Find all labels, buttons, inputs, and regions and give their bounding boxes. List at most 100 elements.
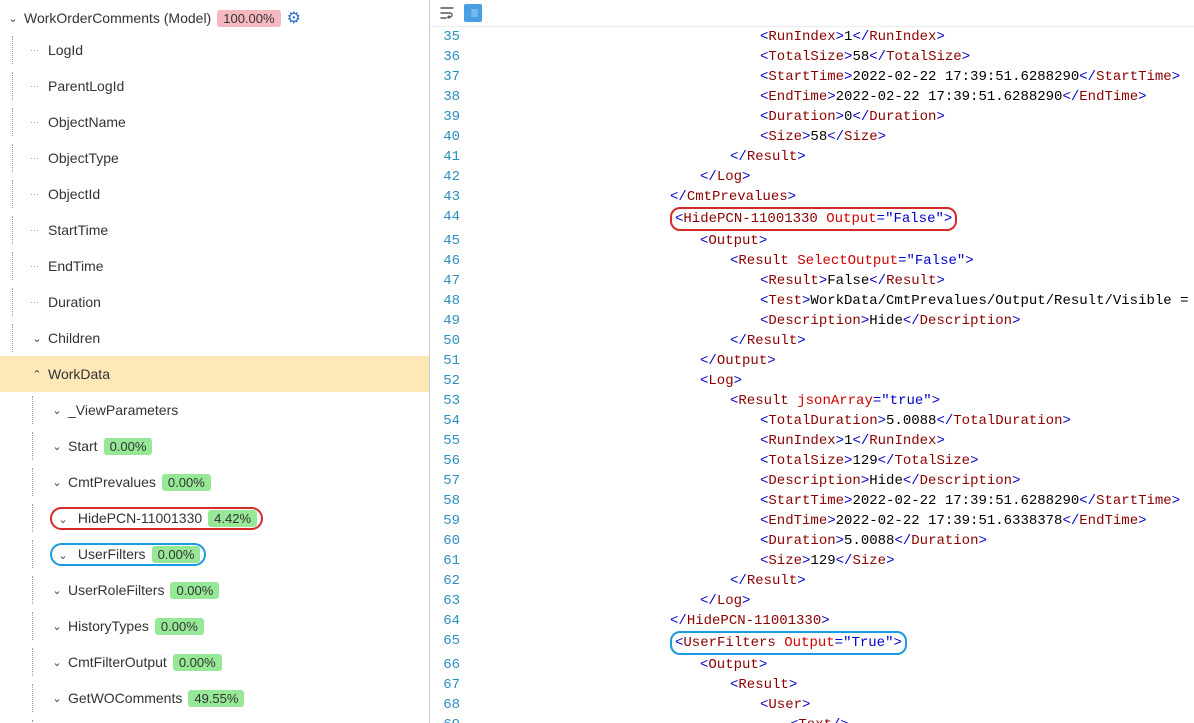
code-line[interactable]: 61 <Size>129</Size> <box>430 551 1194 571</box>
tree-item[interactable]: ⌄ _ViewParameters <box>0 392 429 428</box>
code-line[interactable]: 45 <Output> <box>430 231 1194 251</box>
code-line[interactable]: 49 <Description>Hide</Description> <box>430 311 1194 331</box>
code-line[interactable]: 41 </Result> <box>430 147 1194 167</box>
line-number: 48 <box>430 291 470 311</box>
tree-item[interactable]: ··· StartTime <box>0 212 429 248</box>
code-line[interactable]: 58 <StartTime>2022-02-22 17:39:51.628829… <box>430 491 1194 511</box>
chevron-down-icon: ⌄ <box>50 655 64 669</box>
percent-badge: 0.00% <box>162 474 211 491</box>
code-line[interactable]: 40 <Size>58</Size> <box>430 127 1194 147</box>
tree-item[interactable]: ⌄ WOComments0.00% <box>0 716 429 723</box>
code-line[interactable]: 42 </Log> <box>430 167 1194 187</box>
tree-item[interactable]: ⌄ Start0.00% <box>0 428 429 464</box>
code-line[interactable]: 46 <Result SelectOutput="False"> <box>430 251 1194 271</box>
code-line[interactable]: 39 <Duration>0</Duration> <box>430 107 1194 127</box>
code-line[interactable]: 65 <UserFilters Output="True"> <box>430 631 1194 655</box>
code-line[interactable]: 69 <Text/> <box>430 715 1194 723</box>
editor-toolbar <box>430 0 1194 27</box>
code-line[interactable]: 51 </Output> <box>430 351 1194 371</box>
code-line[interactable]: 48 <Test>WorkData/CmtPrevalues/Output/Re… <box>430 291 1194 311</box>
line-number: 36 <box>430 47 470 67</box>
tree-item[interactable]: ··· ObjectType <box>0 140 429 176</box>
line-number: 65 <box>430 631 470 651</box>
tree-label: _ViewParameters <box>68 402 178 418</box>
code-line[interactable]: 59 <EndTime>2022-02-22 17:39:51.6338378<… <box>430 511 1194 531</box>
tree-item[interactable]: ⌄ UserRoleFilters0.00% <box>0 572 429 608</box>
chevron-down-icon: ⌄ <box>50 439 64 453</box>
percent-badge: 0.00% <box>152 546 201 563</box>
tree-item[interactable]: ··· ObjectId <box>0 176 429 212</box>
tree-item[interactable]: ··· ParentLogId <box>0 68 429 104</box>
line-number: 61 <box>430 551 470 571</box>
code-line[interactable]: 64 </HidePCN-11001330> <box>430 611 1194 631</box>
code-line[interactable]: 67 <Result> <box>430 675 1194 695</box>
wrap-icon[interactable] <box>438 4 456 22</box>
code-line[interactable]: 68 <User> <box>430 695 1194 715</box>
panel-icon[interactable] <box>464 4 482 22</box>
tree-item[interactable]: ⌄ HidePCN-110013304.42% <box>0 500 429 536</box>
line-number: 45 <box>430 231 470 251</box>
tree-item[interactable]: ··· LogId <box>0 32 429 68</box>
line-number: 40 <box>430 127 470 147</box>
code-line[interactable]: 54 <TotalDuration>5.0088</TotalDuration> <box>430 411 1194 431</box>
tree-label: CmtFilterOutput <box>68 654 167 670</box>
code-line[interactable]: 56 <TotalSize>129</TotalSize> <box>430 451 1194 471</box>
code-line[interactable]: 57 <Description>Hide</Description> <box>430 471 1194 491</box>
code-line[interactable]: 53 <Result jsonArray="true"> <box>430 391 1194 411</box>
line-number: 37 <box>430 67 470 87</box>
line-number: 39 <box>430 107 470 127</box>
tree-item[interactable]: ⌄ HistoryTypes 0.00% <box>0 608 429 644</box>
line-number: 58 <box>430 491 470 511</box>
line-number: 51 <box>430 351 470 371</box>
line-number: 56 <box>430 451 470 471</box>
code-line[interactable]: 63 </Log> <box>430 591 1194 611</box>
code-line[interactable]: 52 <Log> <box>430 371 1194 391</box>
tree-item[interactable]: ··· Duration <box>0 284 429 320</box>
tree-item[interactable]: ··· ObjectName <box>0 104 429 140</box>
tree-item[interactable]: ··· EndTime <box>0 248 429 284</box>
line-number: 52 <box>430 371 470 391</box>
tree-label: GetWOComments <box>68 690 182 706</box>
tree-item-workdata[interactable]: ⌃ WorkData <box>0 356 429 392</box>
tree-label: ParentLogId <box>48 78 124 94</box>
leaf-dot-icon: ··· <box>30 81 44 91</box>
percent-badge: 0.00% <box>155 618 204 635</box>
tree-item-children[interactable]: ⌄ Children <box>0 320 429 356</box>
gear-icon[interactable]: ⚙ <box>287 8 301 28</box>
tree-root[interactable]: ⌄ WorkOrderComments (Model) 100.00% ⚙ <box>0 4 429 32</box>
code-editor[interactable]: 35 <RunIndex>1</RunIndex> 36 <TotalSize>… <box>430 27 1194 723</box>
tree-item[interactable]: ⌄ CmtPrevalues0.00% <box>0 464 429 500</box>
code-line[interactable]: 50 </Result> <box>430 331 1194 351</box>
line-number: 57 <box>430 471 470 491</box>
code-line[interactable]: 60 <Duration>5.0088</Duration> <box>430 531 1194 551</box>
code-line[interactable]: 44 <HidePCN-11001330 Output="False"> <box>430 207 1194 231</box>
percent-badge: 0.00% <box>170 582 219 599</box>
line-number: 49 <box>430 311 470 331</box>
leaf-dot-icon: ··· <box>30 297 44 307</box>
code-line[interactable]: 43 </CmtPrevalues> <box>430 187 1194 207</box>
highlight-red: <HidePCN-11001330 Output="False"> <box>670 207 957 231</box>
leaf-dot-icon: ··· <box>30 153 44 163</box>
code-line[interactable]: 35 <RunIndex>1</RunIndex> <box>430 27 1194 47</box>
percent-badge: 49.55% <box>188 690 244 707</box>
tree-label: UserFilters <box>78 546 146 562</box>
code-line[interactable]: 36 <TotalSize>58</TotalSize> <box>430 47 1194 67</box>
leaf-dot-icon: ··· <box>30 261 44 271</box>
tree-item[interactable]: ⌄ GetWOComments49.55% <box>0 680 429 716</box>
code-line[interactable]: 62 </Result> <box>430 571 1194 591</box>
root-label: WorkOrderComments (Model) <box>24 10 211 26</box>
leaf-dot-icon: ··· <box>30 225 44 235</box>
tree-item[interactable]: ⌄ UserFilters0.00% <box>0 536 429 572</box>
highlight-blue: ⌄ UserFilters0.00% <box>50 543 206 566</box>
code-line[interactable]: 38 <EndTime>2022-02-22 17:39:51.6288290<… <box>430 87 1194 107</box>
code-line[interactable]: 55 <RunIndex>1</RunIndex> <box>430 431 1194 451</box>
tree-item[interactable]: ⌄ CmtFilterOutput0.00% <box>0 644 429 680</box>
code-line[interactable]: 47 <Result>False</Result> <box>430 271 1194 291</box>
code-line[interactable]: 37 <StartTime>2022-02-22 17:39:51.628829… <box>430 67 1194 87</box>
tree-label: HistoryTypes <box>68 618 149 634</box>
tree-label: Children <box>48 330 100 346</box>
chevron-down-icon: ⌄ <box>50 619 64 633</box>
percent-badge: 4.42% <box>208 510 257 527</box>
line-number: 47 <box>430 271 470 291</box>
code-line[interactable]: 66 <Output> <box>430 655 1194 675</box>
